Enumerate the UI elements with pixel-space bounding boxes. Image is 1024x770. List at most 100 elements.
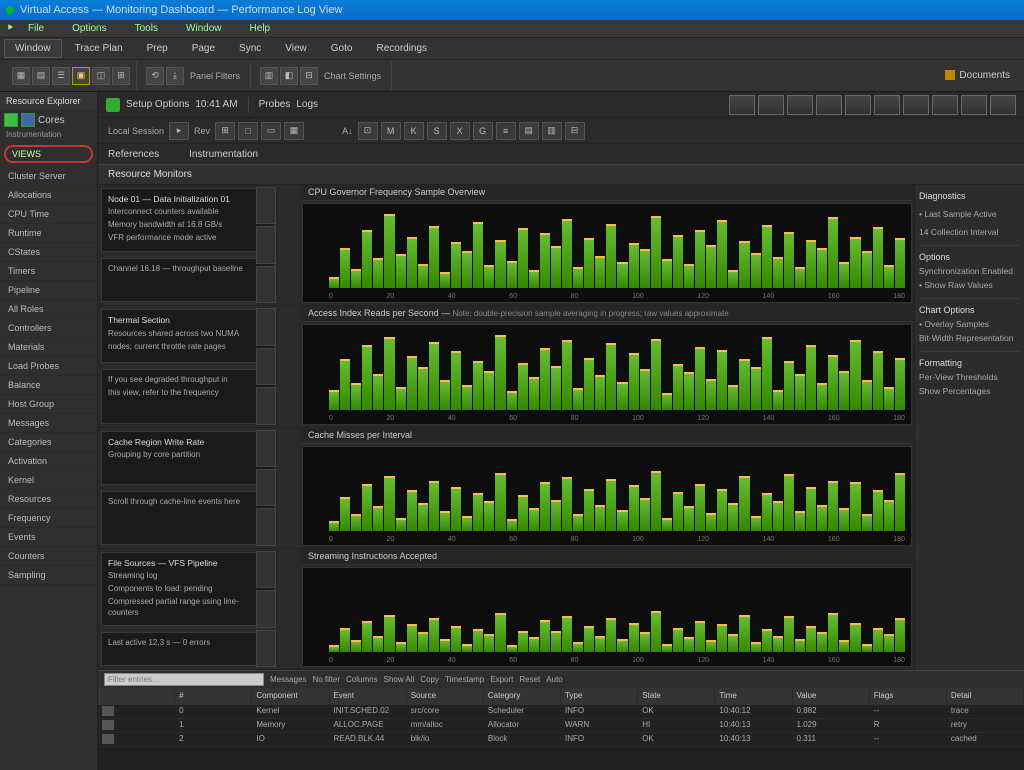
sidebar-item[interactable]: Balance: [0, 376, 97, 395]
column-header[interactable]: Time: [715, 689, 792, 705]
chart-canvas[interactable]: 020406080100120140160180: [302, 446, 912, 546]
tool-icon[interactable]: ▦: [284, 122, 304, 140]
rp-item[interactable]: Per-View Thresholds: [919, 370, 1020, 384]
thumbnail-button[interactable]: [758, 95, 784, 115]
chart-canvas[interactable]: 020406080100120140160180: [302, 203, 912, 303]
menu-item[interactable]: Window: [186, 23, 222, 34]
tool-icon[interactable]: ▤: [519, 122, 539, 140]
chart-side-button[interactable]: [256, 387, 276, 424]
ribbon-tab[interactable]: Trace Plan: [64, 39, 134, 58]
tool-button[interactable]: ⊟: [300, 67, 318, 85]
chart-side-button[interactable]: [256, 508, 276, 545]
sidebar-item[interactable]: CStates: [0, 243, 97, 262]
rp-item[interactable]: 14 Collection Interval: [919, 225, 1020, 239]
tool-button[interactable]: ⟲: [146, 67, 164, 85]
menu-item[interactable]: Options: [72, 23, 106, 34]
sidebar-item[interactable]: Counters: [0, 547, 97, 566]
core-icon[interactable]: [4, 113, 18, 127]
chart-side-button[interactable]: [256, 590, 276, 627]
thumbnail-button[interactable]: [874, 95, 900, 115]
grid-toolbar-label[interactable]: No filter: [312, 675, 340, 684]
chart-canvas[interactable]: 020406080100120140160180: [302, 567, 912, 667]
thumbnail-button[interactable]: [787, 95, 813, 115]
chart-side-button[interactable]: [256, 348, 276, 385]
tool-button[interactable]: ▥: [260, 67, 278, 85]
ribbon-tab[interactable]: View: [274, 39, 318, 58]
column-header[interactable]: Value: [793, 689, 870, 705]
table-row[interactable]: 0KernelINIT.SCHED.02src/coreSchedulerINF…: [98, 705, 1024, 719]
tool-button[interactable]: ◧: [280, 67, 298, 85]
ribbon-tab[interactable]: Page: [181, 39, 226, 58]
column-header[interactable]: Flags: [870, 689, 947, 705]
sidebar-item[interactable]: Cluster Server: [0, 167, 97, 186]
rp-item[interactable]: Overlay Samples: [919, 317, 1020, 331]
sidebar-item-views[interactable]: VIEWS: [4, 145, 93, 163]
tab-instrumentation[interactable]: Instrumentation: [189, 149, 258, 160]
thumbnail-button[interactable]: [729, 95, 755, 115]
letter-button[interactable]: S: [427, 122, 447, 140]
chart-side-button[interactable]: [256, 226, 276, 263]
grid-toolbar-label[interactable]: Timestamp: [445, 675, 484, 684]
sidebar-item[interactable]: Kernel: [0, 471, 97, 490]
ribbon-tab[interactable]: Recordings: [365, 39, 438, 58]
sidebar-item[interactable]: Resources: [0, 490, 97, 509]
thumbnail-button[interactable]: [845, 95, 871, 115]
menu-item[interactable]: Tools: [135, 23, 158, 34]
tool-button[interactable]: ☰: [52, 67, 70, 85]
grid-toolbar-label[interactable]: Messages: [270, 675, 306, 684]
chart-side-button[interactable]: [256, 630, 276, 667]
tool-icon[interactable]: ⊟: [565, 122, 585, 140]
toolbar-label[interactable]: Logs: [296, 99, 318, 110]
chart-side-button[interactable]: [256, 187, 276, 224]
rp-item[interactable]: Bit-Width Representation: [919, 331, 1020, 345]
sidebar-item[interactable]: Pipeline: [0, 281, 97, 300]
rp-item[interactable]: Last Sample Active: [919, 207, 1020, 221]
thumbnail-button[interactable]: [816, 95, 842, 115]
sidebar-item[interactable]: Categories: [0, 433, 97, 452]
sidebar-item[interactable]: Messages: [0, 414, 97, 433]
letter-button[interactable]: M: [381, 122, 401, 140]
rp-item[interactable]: Synchronization Enabled: [919, 264, 1020, 278]
tool-icon[interactable]: ≡: [496, 122, 516, 140]
tool-icon[interactable]: ▸: [169, 122, 189, 140]
sidebar-item[interactable]: Materials: [0, 338, 97, 357]
letter-button[interactable]: K: [404, 122, 424, 140]
ribbon-tab[interactable]: Prep: [136, 39, 179, 58]
sidebar-item[interactable]: Events: [0, 528, 97, 547]
column-header[interactable]: Source: [407, 689, 484, 705]
tool-button[interactable]: ⊞: [112, 67, 130, 85]
sidebar-item[interactable]: Frequency: [0, 509, 97, 528]
tool-button[interactable]: ◫: [92, 67, 110, 85]
tab-references[interactable]: References: [108, 149, 159, 160]
grid-toolbar-label[interactable]: Auto: [546, 675, 562, 684]
column-header[interactable]: [98, 689, 175, 705]
column-header[interactable]: Event: [330, 689, 407, 705]
chart-side-button[interactable]: [256, 551, 276, 588]
tool-icon[interactable]: □: [238, 122, 258, 140]
column-header[interactable]: Component: [252, 689, 329, 705]
toolbar-label[interactable]: Probes: [259, 99, 291, 110]
sidebar-item[interactable]: Activation: [0, 452, 97, 471]
grid-toolbar-label[interactable]: Show All: [384, 675, 415, 684]
letter-button[interactable]: X: [450, 122, 470, 140]
menu-item[interactable]: File: [28, 23, 44, 34]
column-header[interactable]: Detail: [947, 689, 1024, 705]
chart-side-button[interactable]: [256, 308, 276, 345]
chart-side-button[interactable]: [256, 266, 276, 303]
grid-toolbar-label[interactable]: Copy: [420, 675, 439, 684]
rp-item[interactable]: Show Raw Values: [919, 278, 1020, 292]
table-row[interactable]: 2IOREAD.BLK.44blk/ioBlockINFOOK10:40:130…: [98, 733, 1024, 747]
sidebar-item[interactable]: Load Probes: [0, 357, 97, 376]
table-row[interactable]: 1MemoryALLOC.PAGEmm/allocAllocatorWARNHI…: [98, 719, 1024, 733]
chart-side-button[interactable]: [256, 430, 276, 467]
column-header[interactable]: State: [638, 689, 715, 705]
grid-toolbar-label[interactable]: Columns: [346, 675, 378, 684]
sidebar-item[interactable]: Runtime: [0, 224, 97, 243]
column-header[interactable]: Type: [561, 689, 638, 705]
thumbnail-button[interactable]: [990, 95, 1016, 115]
tool-button[interactable]: ▦: [12, 67, 30, 85]
grid-toolbar-label[interactable]: Reset: [519, 675, 540, 684]
letter-button[interactable]: G: [473, 122, 493, 140]
thumbnail-button[interactable]: [961, 95, 987, 115]
tool-icon[interactable]: ▭: [261, 122, 281, 140]
